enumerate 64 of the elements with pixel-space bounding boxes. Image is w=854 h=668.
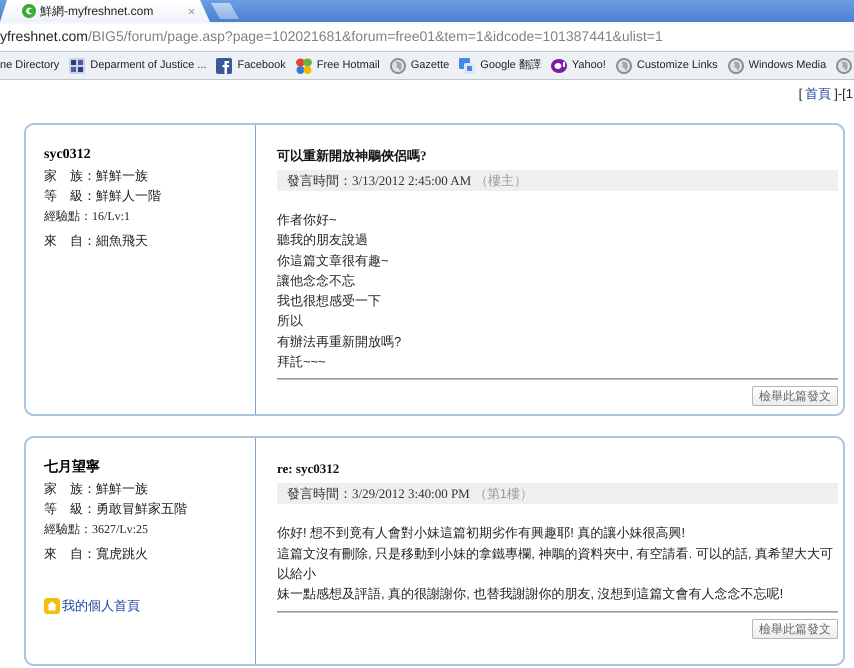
homepage-link[interactable]: 我的個人首頁: [44, 598, 140, 614]
post-title: re: syc0312: [277, 461, 340, 478]
pager-text: ]-[1: [834, 86, 853, 102]
body-text-line: 所以: [277, 312, 303, 330]
body-text-line: 讓他念念不忘: [277, 272, 355, 290]
body-text-line: 有辦法再重新開放嗎?: [277, 332, 402, 351]
field-label: 家 族：: [44, 167, 96, 185]
report-button[interactable]: 檢舉此篇發文: [752, 618, 838, 639]
body-text-line: 作者你好~: [277, 211, 337, 229]
field-value: 寬虎跳火: [96, 545, 148, 564]
body-text-line: 聽我的朋友說過: [277, 231, 368, 250]
square-logo-icon: [216, 58, 232, 74]
home-icon: [44, 598, 60, 614]
body-text-line: 妹一點感想及評語, 真的很謝謝你, 也替我謝謝你的朋友, 沒想到這篇文會有人念念不忘呢!: [277, 585, 784, 604]
post-title: 可以重新開放神鵰俠侶嗎?: [277, 148, 426, 164]
bookmark-item[interactable]: Windows Media: [728, 57, 826, 74]
bookmark-item[interactable]: ne Directory: [0, 57, 60, 74]
bookmark-item[interactable]: Deparment of Justice ...: [69, 57, 206, 74]
field-value: 細魚飛天: [96, 232, 148, 250]
author-name: syc0312: [44, 146, 91, 164]
body-text-line: 你好! 想不到竟有人會對小妹這篇初期劣作有興趣耶! 真的讓小妹很高興!: [277, 524, 686, 542]
report-button[interactable]: 檢舉此篇發文: [752, 386, 838, 406]
field-value: 16/Lv:1: [92, 208, 130, 225]
translate-icon: [459, 58, 476, 74]
bookmark-item[interactable]: Yahoo!: [550, 57, 606, 74]
first-page-link[interactable]: 首頁: [805, 86, 832, 102]
body-text-line: 你這篇文章很有趣~: [277, 252, 389, 270]
browser-tab[interactable]: 鮮網-myfreshnet.com: [0, 0, 210, 22]
bookmark-item[interactable]: [836, 58, 852, 74]
field-value: 鮮鮮人一階: [96, 187, 161, 205]
field-label: 經驗點：: [44, 208, 92, 225]
body-text-line: 我也很想感受一下: [277, 292, 381, 310]
butterfly-icon: [296, 58, 312, 74]
field-value: 勇敢冒鮮家五階: [96, 500, 187, 518]
globe-icon: [836, 58, 852, 74]
field-label: 等 級：: [44, 500, 96, 518]
oval-logo-icon: [550, 58, 567, 74]
post-time: 發言時間：3/29/2012 3:40:00 PM （第1樓）: [277, 483, 838, 504]
field-label: 等 級：: [44, 187, 96, 205]
emblem-icon: [69, 58, 86, 74]
globe-icon: [616, 58, 632, 74]
bookmark-item[interactable]: Free Hotmail: [296, 57, 380, 74]
field-label: 家 族：: [44, 480, 96, 498]
field-label: 經驗點：: [44, 521, 92, 538]
body-text-line: 這篇文沒有刪除, 只是移動到小妹的拿鐵專欄, 神鵰的資料夾中, 有空請看. 可以的話, 真希望大大可以給小: [277, 544, 834, 583]
bookmark-item[interactable]: Customize Links: [616, 57, 718, 74]
address-field[interactable]: yfreshnet.com/BIG5/forum/page.asp?page=102021681&forum=free01&tem=1&idcode=101387441&ulist=1: [0, 24, 854, 50]
field-value: 鮮鮮一族: [96, 480, 148, 498]
body-text-line: 拜託~~~: [277, 353, 326, 372]
ring-icon: [22, 4, 36, 18]
field-value: 3627/Lv:25: [92, 521, 148, 538]
field-value: 鮮鮮一族: [96, 167, 148, 185]
globe-icon: [728, 58, 744, 74]
new-tab-button[interactable]: [211, 3, 239, 19]
bookmark-item[interactable]: Google 翻譯: [459, 57, 541, 74]
field-label: 來 自：: [44, 545, 96, 564]
pager-text: [: [798, 86, 802, 102]
post-time: 發言時間：3/13/2012 2:45:00 AM （樓主）: [277, 170, 838, 191]
bookmark-item[interactable]: Gazette: [390, 57, 450, 74]
bookmark-item[interactable]: Facebook: [216, 57, 286, 74]
field-label: 來 自：: [44, 232, 96, 250]
globe-icon: [390, 58, 406, 74]
author-name: 七月望寧: [44, 459, 100, 478]
close-icon[interactable]: [187, 6, 196, 16]
